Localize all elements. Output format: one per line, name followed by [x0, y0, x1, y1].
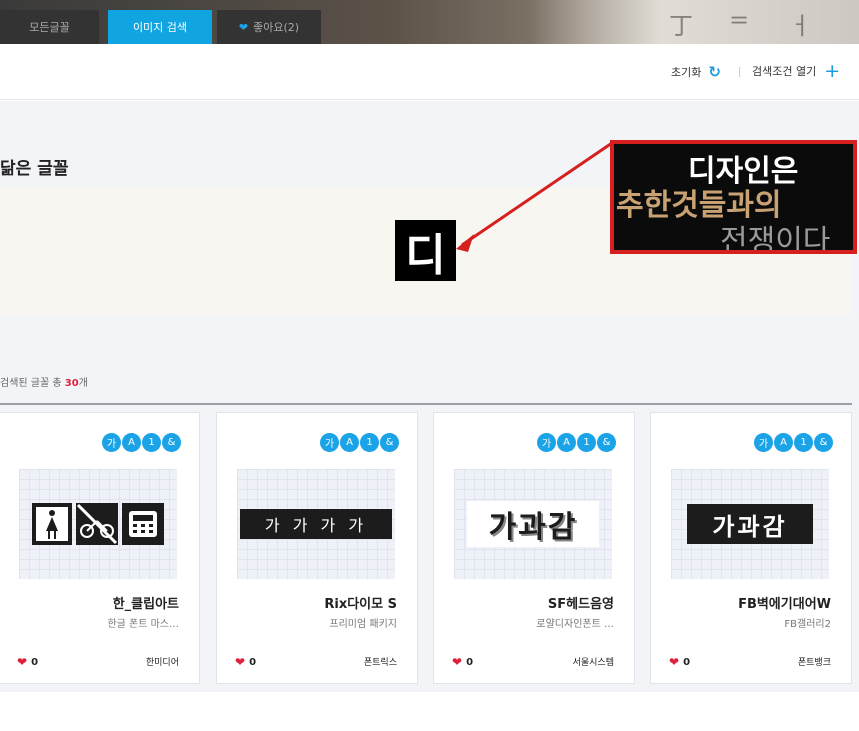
like-count: 0: [31, 656, 39, 668]
preview-glyphs: 가과감: [467, 501, 599, 547]
badge-hangul: 가: [320, 433, 339, 452]
section-title: 닮은 글꼴: [0, 159, 69, 179]
toolbar-divider: [739, 67, 740, 77]
result-count-prefix: 검색된 글꼴 총: [0, 378, 65, 389]
result-count-suffix: 개: [78, 378, 88, 389]
font-name: SF헤드음영: [547, 597, 614, 612]
sample-image: 디자인은 추한것들과의 전쟁이다: [610, 140, 857, 254]
badge-number: 1: [577, 433, 596, 452]
font-maker: 폰트릭스: [363, 658, 397, 668]
badge-symbol: &: [814, 433, 833, 452]
badge-hangul: 가: [537, 433, 556, 452]
font-name: FB벽에기대어W: [738, 597, 831, 612]
font-card[interactable]: 가 A 1 & 가과감 FB벽에기대어W FB갤러리2 ❤ 0 폰트뱅크: [650, 412, 852, 684]
like-button[interactable]: ❤ 0: [452, 655, 473, 669]
tab-label: 좋아요(2): [253, 21, 300, 34]
badge-symbol: &: [597, 433, 616, 452]
refresh-icon: ↻: [708, 63, 721, 81]
font-card[interactable]: 가 A 1 & 가 가 가 가 Rix다이모 S 프리미엄 패키지 ❤ 0 폰트릭스: [216, 412, 418, 684]
clipart-preview: [32, 503, 164, 545]
font-name: Rix다이모 S: [324, 597, 397, 612]
badge-number: 1: [360, 433, 379, 452]
font-card[interactable]: 가 A 1 & 가과감 SF헤드음영 로얄디자인폰트 … ❤ 0 서울시스템: [433, 412, 635, 684]
like-button[interactable]: ❤ 0: [17, 655, 38, 669]
font-preview: 가과감: [454, 469, 612, 579]
badge-hangul: 가: [102, 433, 121, 452]
result-count: 검색된 글꼴 총 30개: [0, 374, 88, 389]
heart-icon: ❤: [669, 655, 680, 669]
font-subtitle: 한글 폰트 마스…: [107, 619, 179, 630]
badge-latin: A: [557, 433, 576, 452]
char-badges: 가 A 1 &: [537, 433, 616, 452]
open-conditions-button[interactable]: 검색조건 열기 +: [752, 60, 841, 82]
plus-icon: +: [824, 60, 841, 82]
badge-number: 1: [142, 433, 161, 452]
banner-decoration: 丁 = ㅓ: [529, 0, 859, 44]
font-preview: 가과감: [671, 469, 829, 579]
char-badges: 가 A 1 &: [320, 433, 399, 452]
font-name: 한_클립아트: [112, 597, 179, 612]
preview-glyphs: 가 가 가 가: [240, 509, 392, 539]
tab-all-fonts[interactable]: 모든글꼴: [0, 10, 99, 44]
badge-number: 1: [794, 433, 813, 452]
like-button[interactable]: ❤ 0: [235, 655, 256, 669]
char-badges: 가 A 1 &: [754, 433, 833, 452]
reset-label: 초기화: [671, 66, 702, 79]
tab-label: 모든글꼴: [29, 21, 70, 34]
char-badges: 가 A 1 &: [102, 433, 181, 452]
heart-icon: ❤: [452, 655, 463, 669]
badge-symbol: &: [380, 433, 399, 452]
tab-likes[interactable]: ❤ 좋아요(2): [217, 10, 321, 44]
like-count: 0: [683, 656, 691, 668]
toolbar: 초기화 ↻ 검색조건 열기 +: [0, 44, 859, 100]
heart-icon: ❤: [238, 20, 249, 34]
badge-symbol: &: [162, 433, 181, 452]
result-count-number: 30: [64, 378, 79, 389]
tab-label: 이미지 검색: [132, 21, 188, 34]
badge-latin: A: [340, 433, 359, 452]
font-maker: 서울시스템: [572, 658, 614, 668]
like-count: 0: [466, 656, 474, 668]
font-maker: 한미디어: [145, 658, 179, 668]
badge-latin: A: [774, 433, 793, 452]
font-card[interactable]: 가 A 1 & 한_클립아트 한글 폰트 마스… ❤ 0 한미디어: [0, 412, 200, 684]
query-glyph: 디: [395, 220, 456, 281]
tab-image-search[interactable]: 이미지 검색: [108, 10, 212, 44]
reset-button[interactable]: 초기화 ↻: [671, 63, 721, 81]
sample-line-3: 전쟁이다: [720, 224, 831, 254]
like-button[interactable]: ❤ 0: [669, 655, 690, 669]
font-preview: [19, 469, 177, 579]
like-count: 0: [249, 656, 257, 668]
font-maker: 폰트뱅크: [797, 658, 831, 668]
font-subtitle: 로얄디자인폰트 …: [536, 619, 614, 630]
preview-glyphs: 가과감: [687, 504, 813, 544]
heart-icon: ❤: [235, 655, 246, 669]
badge-hangul: 가: [754, 433, 773, 452]
results-divider: [0, 403, 852, 405]
font-subtitle: FB갤러리2: [784, 619, 831, 630]
heart-icon: ❤: [17, 655, 28, 669]
open-conditions-label: 검색조건 열기: [752, 65, 817, 78]
font-preview: 가 가 가 가: [237, 469, 395, 579]
badge-latin: A: [122, 433, 141, 452]
font-subtitle: 프리미엄 패키지: [329, 619, 397, 630]
